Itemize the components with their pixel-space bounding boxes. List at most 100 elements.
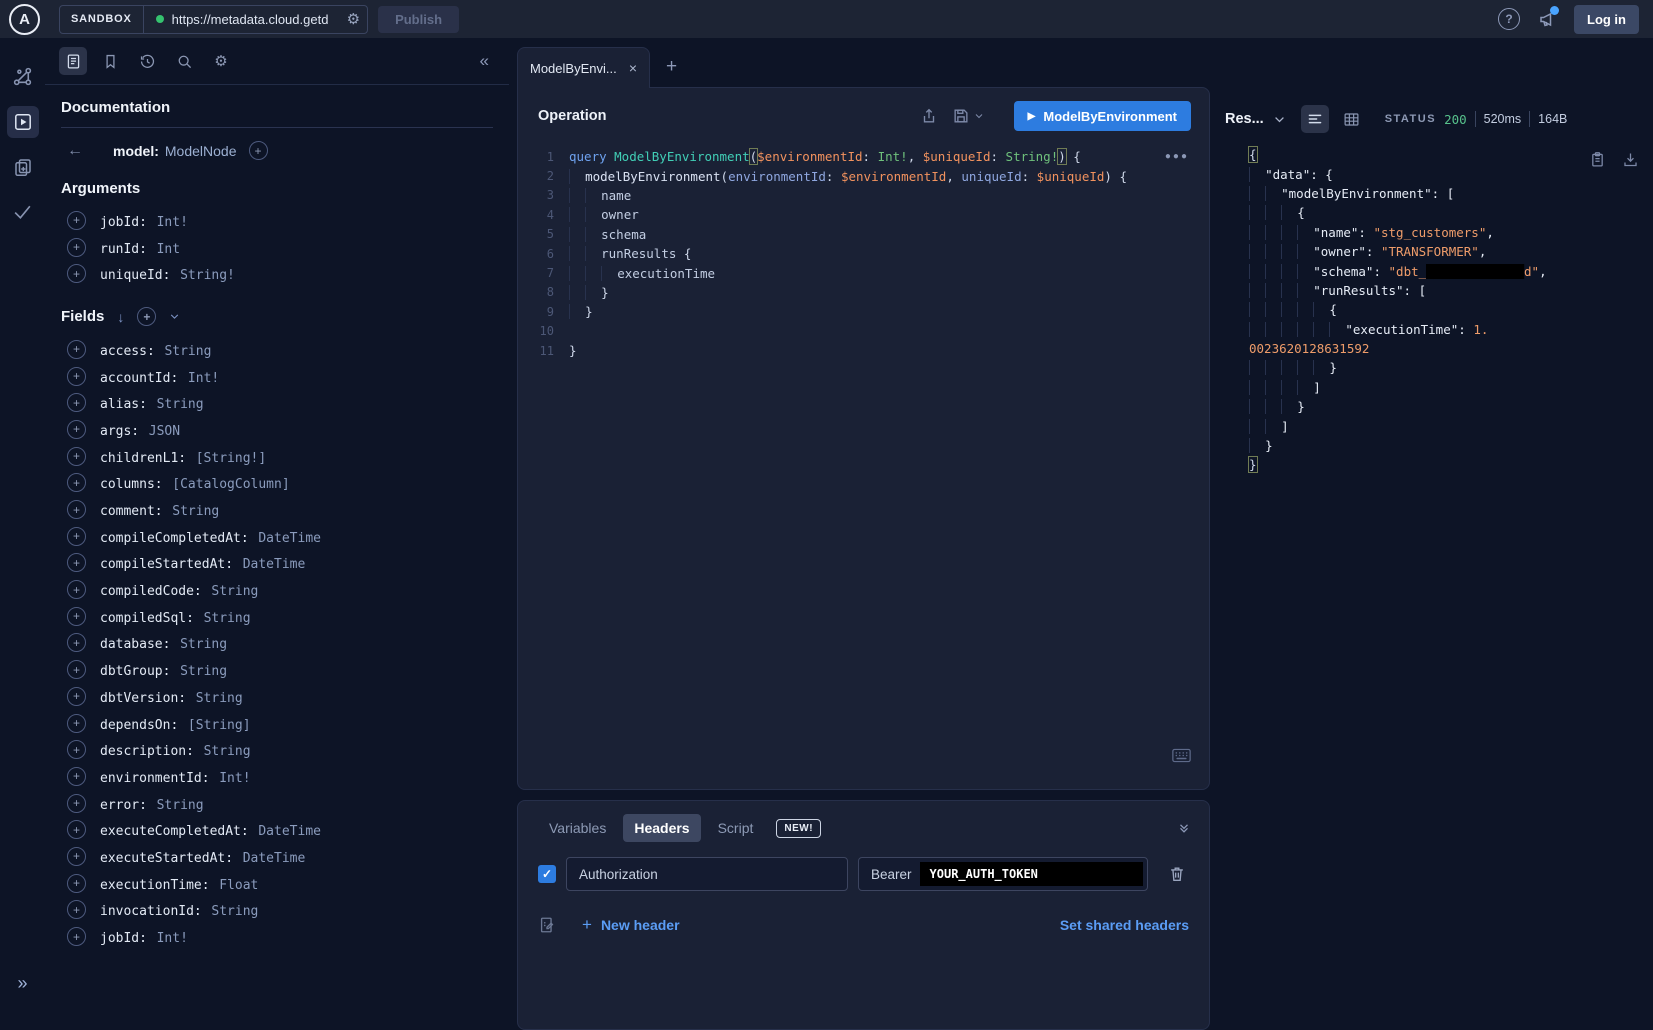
add-to-query-icon[interactable]: + (67, 687, 86, 706)
add-to-query-icon[interactable]: + (67, 340, 86, 359)
collapse-doc-panel-icon[interactable]: « (480, 51, 495, 71)
add-to-query-icon[interactable]: + (67, 367, 86, 386)
help-icon[interactable]: ? (1498, 8, 1520, 30)
add-to-query-icon[interactable]: + (67, 238, 86, 257)
schema-field-row: + alias: String (61, 389, 493, 416)
line-number: 3 (518, 188, 569, 202)
add-to-query-icon[interactable]: + (67, 420, 86, 439)
login-button[interactable]: Log in (1574, 5, 1639, 34)
collections-nav[interactable] (0, 144, 45, 189)
add-to-query-icon[interactable]: + (67, 767, 86, 786)
code-line: 0023620128631592 (1249, 339, 1653, 358)
schema-field-row: + dbtVersion: String (61, 683, 493, 710)
add-to-query-icon[interactable]: + (67, 553, 86, 572)
operation-more-menu-icon[interactable]: ●●● (1165, 151, 1189, 162)
operation-tab-title: ModelByEnvi... (530, 61, 617, 76)
add-to-query-icon[interactable]: + (67, 500, 86, 519)
announcements-icon[interactable] (1537, 9, 1557, 29)
line-number: 8 (518, 285, 569, 299)
raw-view-toggle-icon[interactable] (1301, 105, 1329, 133)
documentation-tab-icon[interactable] (59, 47, 87, 75)
add-field-icon[interactable]: + (249, 141, 268, 160)
schema-field-row: + access: String (61, 336, 493, 363)
add-to-query-icon[interactable]: + (67, 847, 86, 866)
endpoint-url-input[interactable]: https://metadata.cloud.getd (172, 12, 340, 27)
doc-settings-icon[interactable]: ⚙ (207, 47, 235, 75)
add-to-query-icon[interactable]: + (67, 393, 86, 412)
add-to-query-icon[interactable]: + (67, 794, 86, 813)
operation-tab[interactable]: ModelByEnvi... × (517, 47, 650, 88)
schema-field-row: + executeCompletedAt: DateTime (61, 816, 493, 843)
collapse-panel-icon[interactable] (1177, 821, 1191, 835)
add-to-query-icon[interactable]: + (67, 607, 86, 626)
add-to-query-icon[interactable]: + (67, 211, 86, 230)
expand-rail-icon[interactable]: » (0, 973, 45, 994)
back-arrow-icon[interactable]: ← (67, 142, 83, 160)
add-to-query-icon[interactable]: + (67, 820, 86, 839)
new-header-button[interactable]: + New header (582, 915, 680, 935)
code-line: 9 } (518, 302, 1209, 321)
line-number: 9 (518, 305, 569, 319)
endpoint-group: SANDBOX https://metadata.cloud.getd ⚙ (59, 5, 368, 34)
response-body[interactable]: { "data": { "modelByEnvironment": [ { "n… (1225, 145, 1653, 475)
add-to-query-icon[interactable]: + (67, 264, 86, 283)
header-enabled-checkbox[interactable]: ✓ (538, 865, 556, 883)
line-number: 6 (518, 247, 569, 261)
copy-response-icon[interactable] (1589, 151, 1606, 168)
endpoint-settings-icon[interactable]: ⚙ (340, 10, 367, 28)
breadcrumb-type-link[interactable]: ModelNode (165, 143, 237, 159)
query-editor[interactable]: 1query ModelByEnvironment($environmentId… (518, 147, 1209, 360)
left-rail: » (0, 38, 46, 1002)
arguments-list: + jobId: Int! + runId: Int + uniqueId: S… (61, 207, 493, 287)
response-chevron-down-icon[interactable] (1273, 113, 1286, 126)
code-line: "name": "stg_customers", (1249, 223, 1653, 242)
add-to-query-icon[interactable]: + (67, 633, 86, 652)
graph-icon (7, 61, 39, 93)
save-operation-group[interactable] (952, 107, 984, 125)
code-line: ] (1249, 378, 1653, 397)
arguments-heading: Arguments (61, 180, 493, 197)
add-to-query-icon[interactable]: + (67, 927, 86, 946)
run-operation-button[interactable]: ▶ ModelByEnvironment (1014, 101, 1191, 131)
header-key-input[interactable]: Authorization (566, 857, 848, 891)
download-response-icon[interactable] (1622, 151, 1639, 168)
header-value-input[interactable]: Bearer YOUR_AUTH_TOKEN (858, 857, 1148, 891)
table-view-toggle-icon[interactable] (1338, 105, 1366, 133)
add-to-query-icon[interactable]: + (67, 527, 86, 546)
sort-fields-icon[interactable]: ↓ (117, 309, 124, 325)
schema-field-row: + error: String (61, 790, 493, 817)
tab-headers[interactable]: Headers (623, 814, 700, 842)
add-all-fields-icon[interactable]: + (137, 307, 156, 326)
close-tab-icon[interactable]: × (629, 60, 637, 76)
add-to-query-icon[interactable]: + (67, 714, 86, 733)
tab-script[interactable]: Script (707, 814, 765, 842)
add-to-query-icon[interactable]: + (67, 900, 86, 919)
schema-graph-nav[interactable] (0, 54, 45, 99)
add-to-query-icon[interactable]: + (67, 874, 86, 893)
add-to-query-icon[interactable]: + (67, 580, 86, 599)
code-line: "modelByEnvironment": [ (1249, 184, 1653, 203)
add-to-query-icon[interactable]: + (67, 660, 86, 679)
set-shared-headers-link[interactable]: Set shared headers (1060, 917, 1189, 933)
fields-chevron-down-icon[interactable] (169, 311, 180, 322)
tab-variables[interactable]: Variables (538, 814, 617, 842)
publish-button[interactable]: Publish (378, 6, 459, 33)
apollo-logo: A (9, 4, 40, 35)
keyboard-shortcuts-icon[interactable] (1172, 748, 1191, 763)
schema-field-row: + compiledSql: String (61, 603, 493, 630)
explorer-nav[interactable] (0, 99, 45, 144)
history-icon[interactable] (133, 47, 161, 75)
fields-heading: Fields ↓ + (61, 307, 493, 326)
share-operation-icon[interactable] (920, 107, 938, 125)
edit-as-text-icon[interactable] (538, 916, 556, 934)
add-to-query-icon[interactable]: + (67, 473, 86, 492)
bookmark-icon[interactable] (96, 47, 124, 75)
add-to-query-icon[interactable]: + (67, 447, 86, 466)
schema-field-row: + comment: String (61, 496, 493, 523)
sandbox-badge: SANDBOX (60, 6, 144, 33)
add-to-query-icon[interactable]: + (67, 740, 86, 759)
checks-nav[interactable] (0, 189, 45, 234)
delete-header-icon[interactable] (1168, 865, 1186, 883)
new-tab-button[interactable]: + (666, 56, 677, 78)
search-icon[interactable] (170, 47, 198, 75)
